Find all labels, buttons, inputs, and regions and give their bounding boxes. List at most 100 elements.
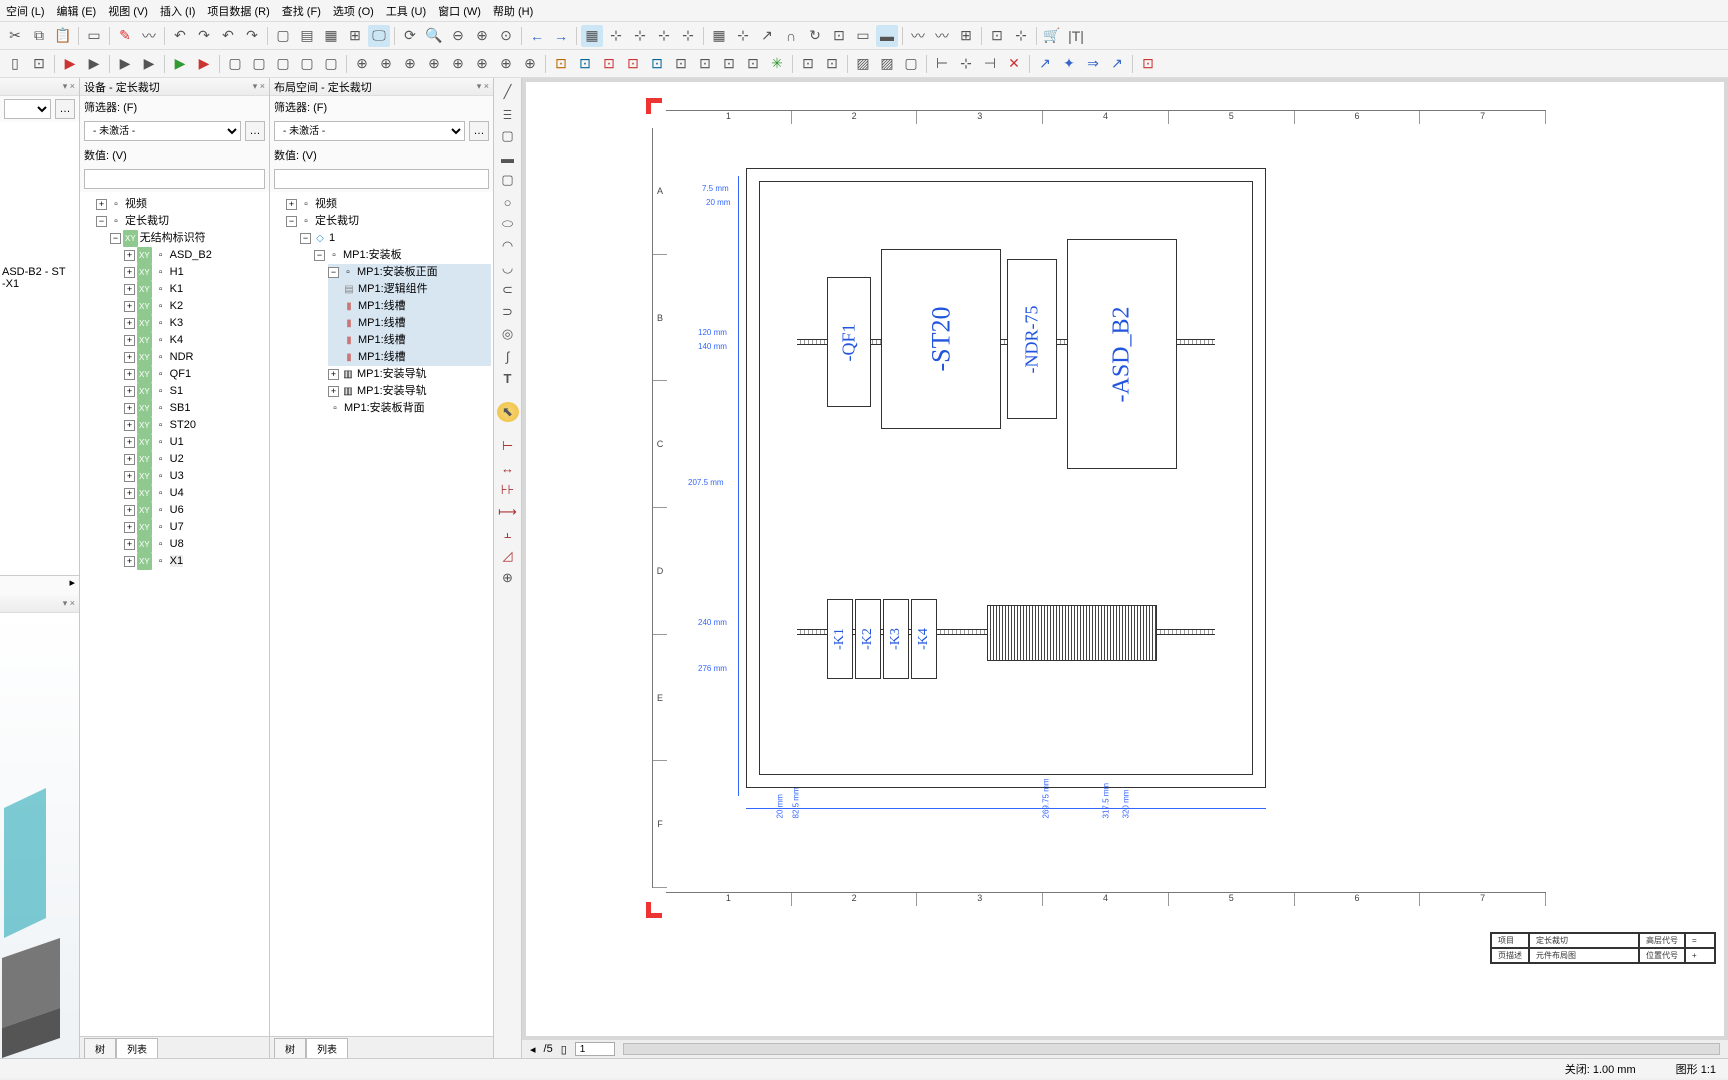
donut-icon[interactable]: ◎ [497,324,519,344]
sym6-icon[interactable]: ⊡ [670,53,692,75]
align3-icon[interactable]: ⊣ [979,53,1001,75]
panel2-close-icon[interactable]: ▾ × [477,81,489,92]
undo2-icon[interactable]: ↶ [217,25,239,47]
menu-space[interactable]: 空间 (L) [6,3,45,19]
sym8-icon[interactable]: ⊡ [718,53,740,75]
sym4-icon[interactable]: ⊡ [622,53,644,75]
panel1-value-input[interactable] [84,169,265,189]
last1-icon[interactable]: ⊡ [1137,53,1159,75]
tree2-rail1[interactable]: MP1:安装导轨 [357,368,427,380]
tree2-board[interactable]: MP1:安装板 [343,249,402,261]
circle-icon[interactable]: ○ [497,192,519,212]
tree1-item[interactable]: U3 [170,470,184,482]
angle-icon[interactable]: ◿ [497,546,519,566]
tree2-root[interactable]: 定长裁切 [315,215,359,227]
menu-window[interactable]: 窗口 (W) [438,3,481,19]
dim5-icon[interactable]: ⫠ [497,524,519,544]
tree2-video[interactable]: 视频 [315,198,337,210]
tree1-item[interactable]: U4 [170,487,184,499]
misc2-icon[interactable]: ⊹ [1010,25,1032,47]
box1-icon[interactable]: ▢ [224,53,246,75]
tab-list-1[interactable]: 列表 [116,1038,158,1058]
hatch3-icon[interactable]: ▢ [900,53,922,75]
back-icon[interactable]: ← [526,25,548,47]
zoom-icon[interactable]: 🔍 [423,25,445,47]
box3-icon[interactable]: ▢ [272,53,294,75]
panel2-filter-more-button[interactable]: … [469,121,489,141]
tree2-front[interactable]: MP1:安装板正面 [357,266,438,278]
grid4-icon[interactable]: ⊹ [653,25,675,47]
menu-projdata[interactable]: 项目数据 (R) [207,3,269,19]
panel2-value-input[interactable] [274,169,489,189]
tree2-slot1[interactable]: MP1:线槽 [358,300,406,312]
sym7-icon[interactable]: ⊡ [694,53,716,75]
panel0-more-button[interactable]: … [55,99,75,119]
comp-k1[interactable]: -K1 [827,599,853,679]
tree1-item[interactable]: K4 [170,334,183,346]
ins8-icon[interactable]: ⊕ [519,53,541,75]
text-icon[interactable]: T [497,368,519,388]
panel2-filter-select[interactable]: - 未激活 - [274,121,465,141]
grid-icon[interactable]: ▦ [320,25,342,47]
tree1-item[interactable]: H1 [170,266,184,278]
comp-k3[interactable]: -K3 [883,599,909,679]
tree1-item[interactable]: K2 [170,300,183,312]
tree1-sub[interactable]: 无结构标识符 [140,232,206,244]
textmode-icon[interactable]: |T| [1065,25,1087,47]
hatch1-icon[interactable]: ▨ [852,53,874,75]
hatch2-icon[interactable]: ▨ [876,53,898,75]
tree1-item[interactable]: U6 [170,504,184,516]
tree2-slot3[interactable]: MP1:线槽 [358,334,406,346]
fwd-icon[interactable]: → [550,25,572,47]
h-scrollbar[interactable] [623,1043,1720,1055]
sym11-icon[interactable]: ⊡ [797,53,819,75]
comp-k4[interactable]: -K4 [911,599,937,679]
measure-icon[interactable]: ⊕ [497,568,519,588]
dim2-icon[interactable]: ↔ [497,458,519,478]
panel1-filter-more-button[interactable]: … [245,121,265,141]
cut-icon[interactable]: ✂ [4,25,26,47]
tree1-item[interactable]: U1 [170,436,184,448]
tree1-collapse-icon[interactable]: − [96,216,107,227]
tree1-item[interactable]: U2 [170,453,184,465]
ins6-icon[interactable]: ⊕ [471,53,493,75]
tab-list-2[interactable]: 列表 [306,1038,348,1058]
menu-tools[interactable]: 工具 (U) [386,3,426,19]
dim3-icon[interactable]: ⊦⊦ [497,480,519,500]
tree1-item[interactable]: U8 [170,538,184,550]
rect-fill-icon[interactable]: ▬ [497,148,519,168]
flag6-icon[interactable]: ▶ [193,53,215,75]
zoom-fit-icon[interactable]: ⊙ [495,25,517,47]
tree1-item[interactable]: ST20 [170,419,196,431]
menu-view[interactable]: 视图 (V) [108,3,148,19]
screen-icon[interactable]: 🖵 [368,25,390,47]
cart-icon[interactable]: 🛒 [1041,25,1063,47]
tree1-item[interactable]: S1 [170,385,183,397]
arrow1-icon[interactable]: ↗ [1034,53,1056,75]
spline-icon[interactable]: ∫ [497,346,519,366]
sym1-icon[interactable]: ⊡ [550,53,572,75]
grid1-icon[interactable]: ▦ [581,25,603,47]
window-icon[interactable]: ⊞ [344,25,366,47]
misc1-icon[interactable]: ⊡ [986,25,1008,47]
menu-insert[interactable]: 插入 (I) [160,3,195,19]
tree2-slot4[interactable]: MP1:线槽 [358,351,406,363]
zoom-in-icon[interactable]: ⊕ [471,25,493,47]
tree-devices[interactable]: +▫视频 −▫定长裁切 −XY无结构标识符 +XY▫ASD_B2+XY▫H1+X… [80,192,269,1036]
tree1-item[interactable]: SB1 [170,402,191,414]
snap6-icon[interactable]: ⊡ [828,25,850,47]
page-input[interactable] [575,1042,615,1056]
ins4-icon[interactable]: ⊕ [423,53,445,75]
tree1-item[interactable]: QF1 [170,368,191,380]
flag5-icon[interactable]: ▶ [169,53,191,75]
box2-icon[interactable]: ▢ [248,53,270,75]
comp-asd[interactable]: -ASD_B2 [1067,239,1177,469]
grid3-icon[interactable]: ⊹ [629,25,651,47]
grid2-icon[interactable]: ⊹ [605,25,627,47]
line-icon[interactable]: ╱ [497,82,519,102]
menu-find[interactable]: 查找 (F) [282,3,321,19]
snap1-icon[interactable]: ▦ [708,25,730,47]
sym5-icon[interactable]: ⊡ [646,53,668,75]
polyline-icon[interactable]: Ⲷ [497,104,519,124]
tree2-logic[interactable]: MP1:逻辑组件 [358,283,428,295]
